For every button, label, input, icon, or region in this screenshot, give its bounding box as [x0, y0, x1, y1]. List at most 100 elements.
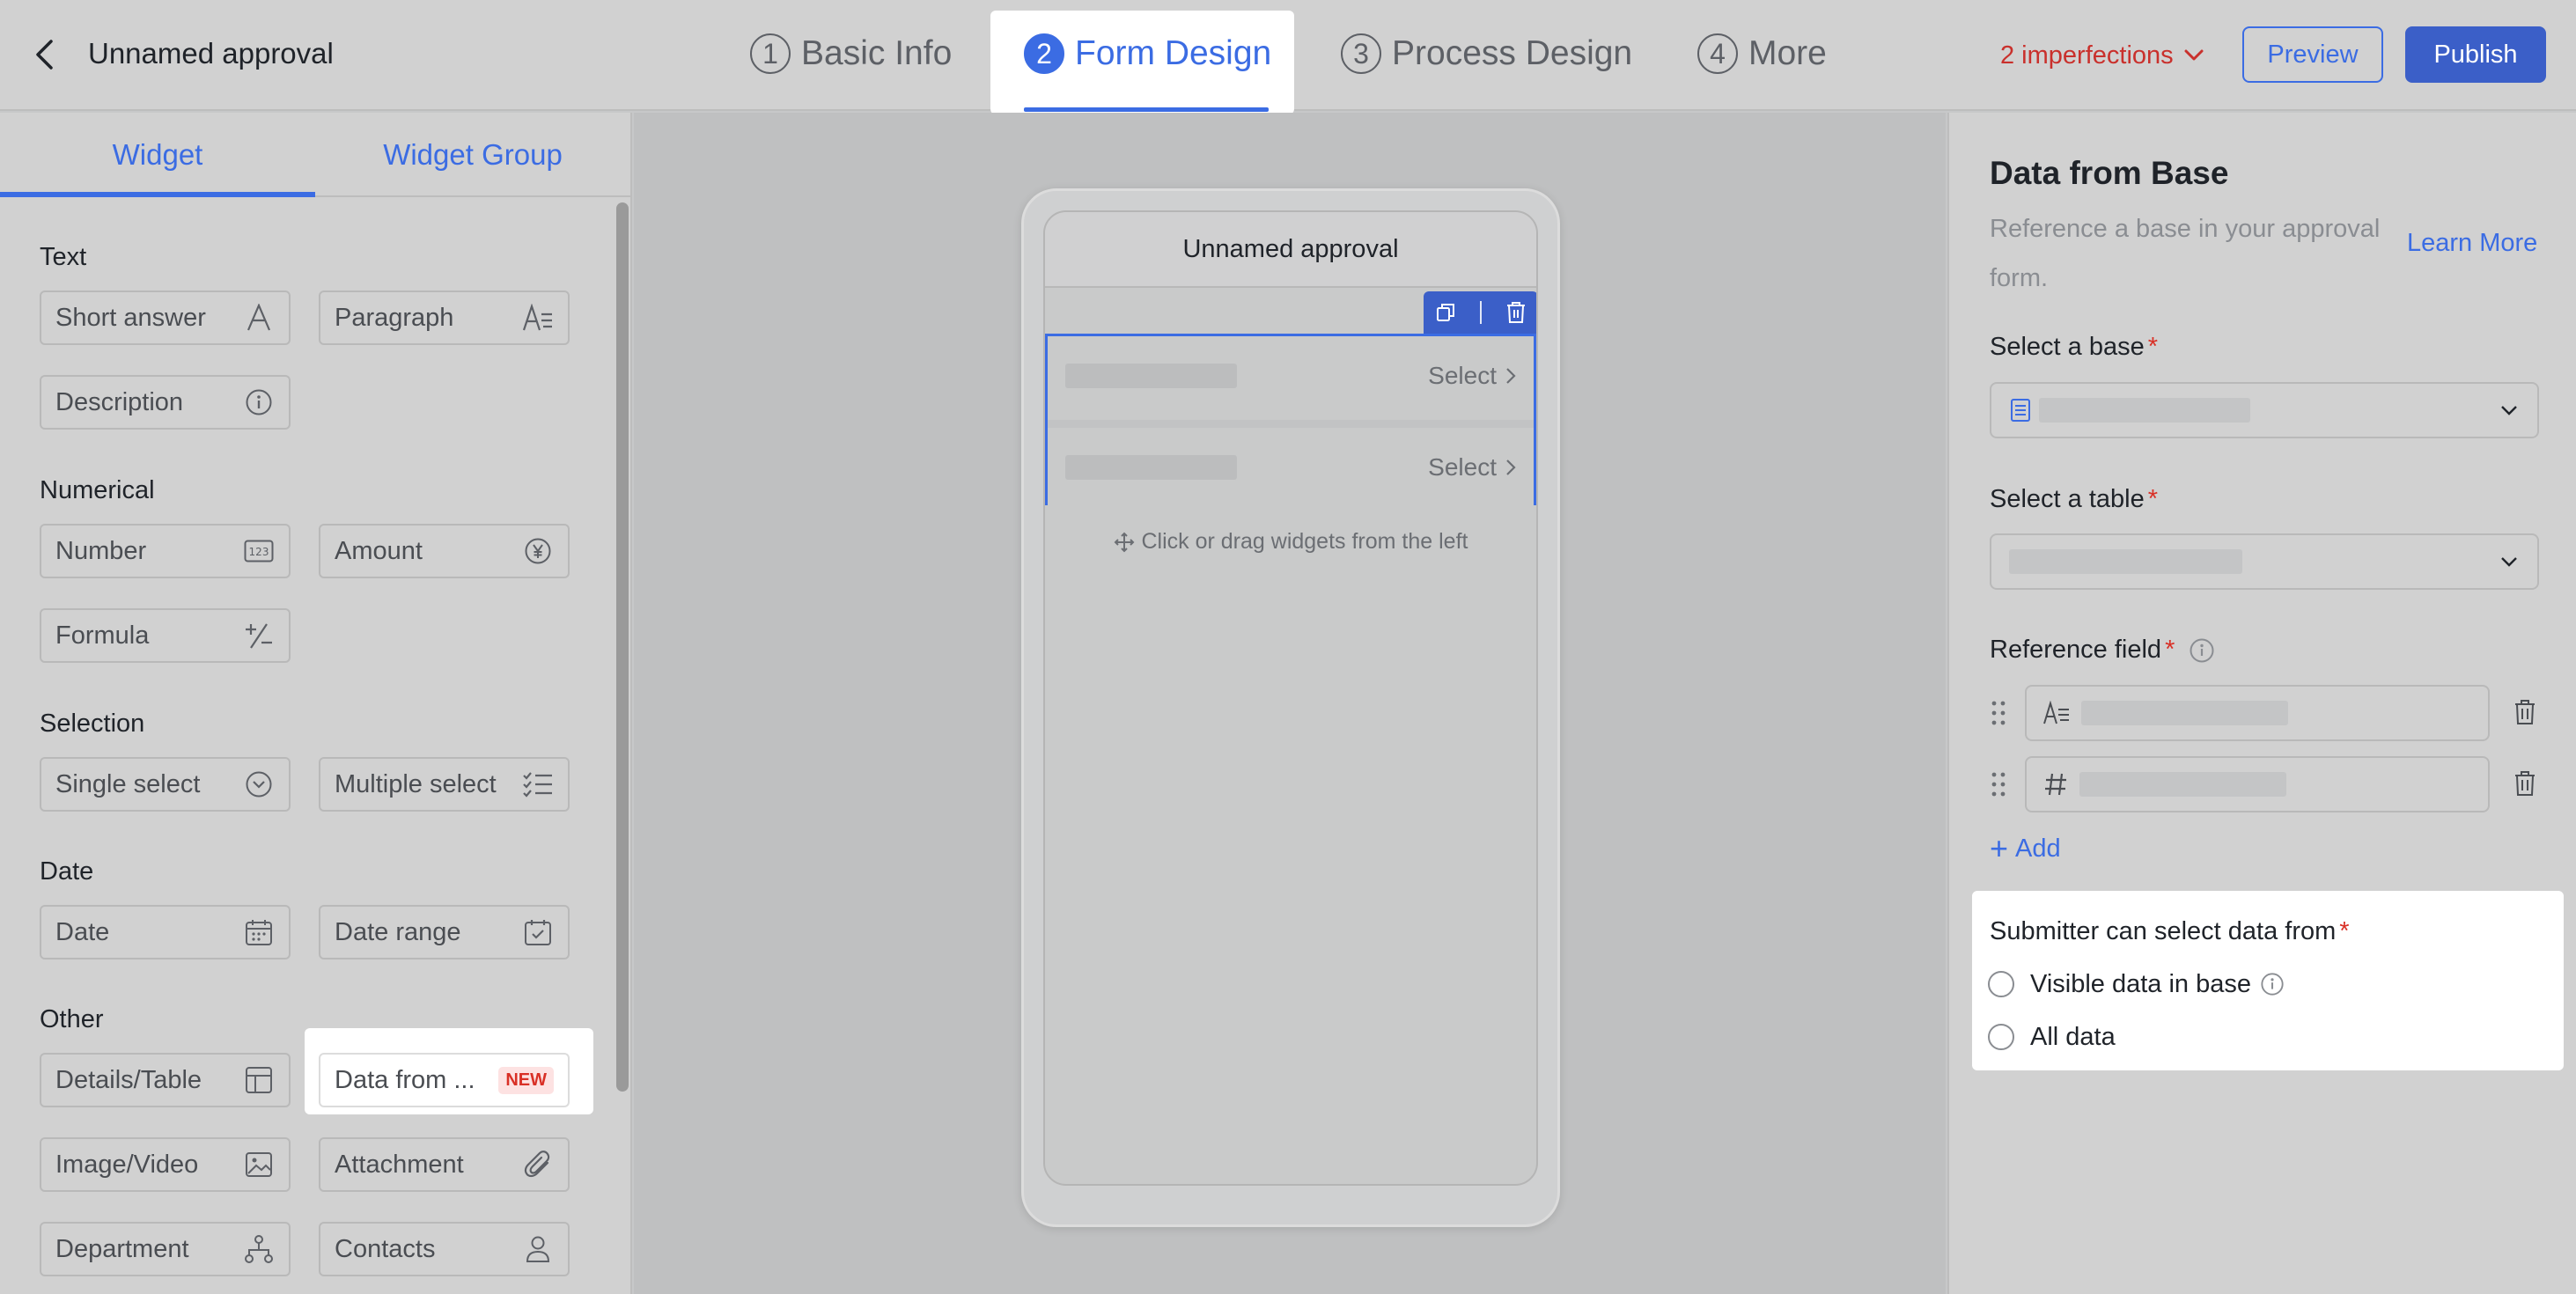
- label-text: Select a table: [1990, 485, 2145, 513]
- info-icon[interactable]: [2260, 972, 2285, 996]
- field-placeholder: [2081, 701, 2288, 725]
- data-from-base-row[interactable]: Select: [1048, 336, 1534, 415]
- required-mark: *: [2147, 485, 2159, 513]
- plus-icon: +: [1990, 830, 2009, 866]
- drop-hint-text: Click or drag widgets from the left: [1141, 529, 1468, 554]
- table-icon: [243, 1064, 275, 1096]
- radio-all-data[interactable]: All data: [1988, 1021, 2116, 1053]
- widget-label: Details/Table: [55, 1065, 202, 1094]
- preview-button[interactable]: Preview: [2242, 26, 2383, 83]
- widget-data-from-base[interactable]: Data from ... NEW: [319, 1053, 570, 1107]
- learn-more-link[interactable]: Learn More: [2407, 229, 2537, 258]
- reference-field-input[interactable]: [2025, 756, 2490, 812]
- step-basic-info[interactable]: 1 Basic Info: [750, 26, 952, 81]
- widget-paragraph[interactable]: Paragraph: [319, 290, 570, 345]
- chevron-down-icon: [2501, 406, 2517, 415]
- submitter-label: Submitter can select data from *: [1990, 917, 2350, 946]
- reference-field-input[interactable]: [2025, 685, 2490, 741]
- widget-label: Description: [55, 387, 184, 416]
- checklist-icon: [522, 768, 554, 800]
- widget-tabs: Widget Widget Group: [0, 113, 630, 197]
- widget-date-range[interactable]: Date range: [319, 905, 570, 959]
- widget-image-video[interactable]: Image/Video: [40, 1137, 291, 1192]
- step-more[interactable]: 4 More: [1697, 26, 1827, 81]
- panel-description: Reference a base in your approval form.: [1990, 215, 2381, 292]
- select-action[interactable]: Select: [1428, 362, 1516, 390]
- section-title-text: Text: [40, 243, 87, 271]
- form-canvas: Unnamed approval Select Select Click or …: [634, 113, 1946, 1294]
- table-select[interactable]: [1990, 533, 2539, 590]
- tab-widget-group[interactable]: Widget Group: [315, 113, 630, 197]
- radio-button[interactable]: [1988, 971, 2014, 997]
- section-title-selection: Selection: [40, 709, 145, 738]
- widget-label: Number: [55, 536, 147, 565]
- widget-short-answer[interactable]: Short answer: [40, 290, 291, 345]
- toolbar-divider: [1479, 301, 1482, 324]
- widget-date[interactable]: Date: [40, 905, 291, 959]
- widget-number[interactable]: Number 123: [40, 524, 291, 578]
- required-mark: *: [2147, 333, 2159, 361]
- widget-attachment[interactable]: Attachment: [319, 1137, 570, 1192]
- step-label: Form Design: [1075, 34, 1272, 72]
- step-label: More: [1748, 34, 1827, 72]
- add-field-button[interactable]: + Add: [1990, 833, 2061, 864]
- section-title-date: Date: [40, 857, 94, 886]
- svg-text:123: 123: [249, 546, 269, 558]
- info-icon[interactable]: [2189, 637, 2215, 664]
- imperfections-dropdown[interactable]: 2 imperfections: [2000, 33, 2204, 77]
- number-123-icon: 123: [243, 535, 275, 567]
- app-title: Unnamed approval: [88, 37, 334, 70]
- drag-handle-icon[interactable]: [1990, 770, 2007, 798]
- required-mark: *: [2165, 636, 2175, 664]
- widget-formula[interactable]: Formula: [40, 608, 291, 663]
- widget-description[interactable]: Description: [40, 375, 291, 430]
- reference-field-label: Reference field *: [1990, 636, 2215, 665]
- step-process-design[interactable]: 3 Process Design: [1341, 26, 1632, 81]
- step-number: 3: [1341, 33, 1381, 74]
- select-table-label: Select a table *: [1990, 485, 2158, 514]
- section-title-numerical: Numerical: [40, 476, 155, 504]
- publish-button[interactable]: Publish: [2405, 26, 2546, 83]
- widget-label: Formula: [55, 621, 150, 650]
- widget-panel: Widget Widget Group Text Short answer Pa…: [0, 113, 632, 1294]
- data-from-base-row[interactable]: Select: [1048, 428, 1534, 507]
- base-placeholder: [2039, 398, 2250, 423]
- tab-widget[interactable]: Widget: [0, 113, 315, 197]
- copy-icon[interactable]: [1435, 302, 1456, 323]
- imperfections-label: 2 imperfections: [2000, 40, 2174, 70]
- reference-field-row: [1990, 685, 2562, 741]
- required-mark: *: [2339, 917, 2350, 945]
- widget-department[interactable]: Department: [40, 1222, 291, 1276]
- widget-label: Attachment: [335, 1150, 464, 1179]
- drop-hint[interactable]: Click or drag widgets from the left: [1045, 529, 1536, 555]
- select-label: Select: [1428, 362, 1497, 389]
- widget-label: Department: [55, 1234, 189, 1263]
- step-form-design[interactable]: 2 Form Design: [1024, 26, 1271, 81]
- selected-widget[interactable]: Select Select: [1045, 334, 1536, 507]
- label-text: Select a base: [1990, 333, 2145, 361]
- step-number: 2: [1024, 33, 1064, 74]
- table-placeholder: [2009, 549, 2242, 574]
- radio-button[interactable]: [1988, 1024, 2014, 1050]
- base-select[interactable]: [1990, 382, 2539, 438]
- trash-icon[interactable]: [2513, 699, 2537, 725]
- widget-multiple-select[interactable]: Multiple select: [319, 757, 570, 812]
- hash-icon: [2045, 773, 2066, 796]
- widget-single-select[interactable]: Single select: [40, 757, 291, 812]
- widget-contacts[interactable]: Contacts: [319, 1222, 570, 1276]
- radio-visible-data[interactable]: Visible data in base: [1988, 968, 2285, 1000]
- drag-handle-icon[interactable]: [1990, 699, 2007, 727]
- delete-icon[interactable]: [1505, 301, 1527, 324]
- widget-details-table[interactable]: Details/Table: [40, 1053, 291, 1107]
- select-label: Select: [1428, 453, 1497, 481]
- radio-label: Visible data in base: [2030, 969, 2251, 998]
- section-title-other: Other: [40, 1005, 104, 1033]
- base-icon: [2011, 399, 2030, 422]
- back-icon[interactable]: [26, 35, 62, 74]
- widget-label: Single select: [55, 769, 201, 798]
- widget-panel-scrollbar[interactable]: [616, 202, 629, 1092]
- select-action[interactable]: Select: [1428, 453, 1516, 482]
- new-badge: NEW: [498, 1066, 554, 1094]
- trash-icon[interactable]: [2513, 770, 2537, 797]
- widget-amount[interactable]: Amount: [319, 524, 570, 578]
